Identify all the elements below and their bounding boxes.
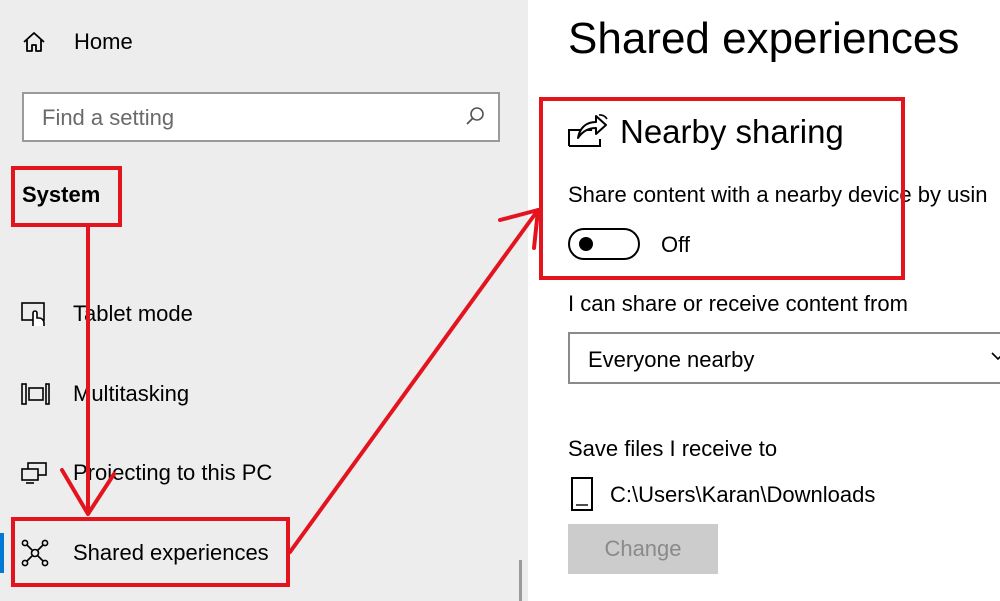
storage-device-icon — [571, 477, 593, 511]
chevron-down-icon — [991, 352, 1000, 361]
nav-section-title-system: System — [22, 182, 101, 207]
projecting-icon — [21, 462, 47, 484]
share-from-label: I can share or receive content from — [568, 291, 908, 316]
save-path: C:\Users\Karan\Downloads — [610, 482, 876, 507]
sidebar-item-projecting[interactable]: Projecting to this PC — [0, 449, 528, 497]
toggle-state-label: Off — [661, 232, 690, 257]
sidebar-item-label: Tablet mode — [73, 301, 193, 326]
nearby-sharing-icon — [568, 114, 608, 147]
share-from-dropdown[interactable]: Everyone nearby — [568, 332, 1000, 384]
share-from-value: Everyone nearby — [588, 347, 755, 372]
search-input[interactable] — [40, 104, 454, 132]
multitasking-icon — [21, 383, 50, 405]
sidebar-item-label: Shared experiences — [73, 540, 269, 565]
nearby-sharing-description: Share content with a nearby device by us… — [568, 182, 988, 207]
sidebar-item-shared-experiences[interactable]: Shared experiences — [0, 529, 528, 577]
home-icon — [23, 32, 45, 52]
sidebar-item-tablet-mode[interactable]: Tablet mode — [0, 290, 528, 338]
scrollbar-thumb[interactable] — [519, 560, 522, 601]
save-files-label: Save files I receive to — [568, 436, 778, 461]
sidebar-item-label: Multitasking — [73, 381, 190, 406]
home-label: Home — [74, 29, 133, 54]
search-box — [22, 92, 500, 142]
shared-experiences-icon — [21, 539, 49, 567]
change-button[interactable]: Change — [568, 524, 718, 574]
tablet-mode-icon — [21, 302, 45, 326]
sidebar-item-multitasking[interactable]: Multitasking — [0, 370, 528, 418]
nearby-sharing-toggle[interactable] — [568, 228, 640, 260]
toggle-knob — [579, 237, 593, 251]
page-title: Shared experiences — [568, 14, 960, 63]
settings-nav-pane: Home System Tablet mode Multitasking Pro… — [0, 0, 528, 601]
sidebar-item-label: Projecting to this PC — [73, 460, 273, 485]
nearby-sharing-heading: Nearby sharing — [620, 113, 844, 150]
search-icon[interactable] — [464, 105, 486, 127]
home-nav-item[interactable]: Home — [22, 22, 133, 62]
